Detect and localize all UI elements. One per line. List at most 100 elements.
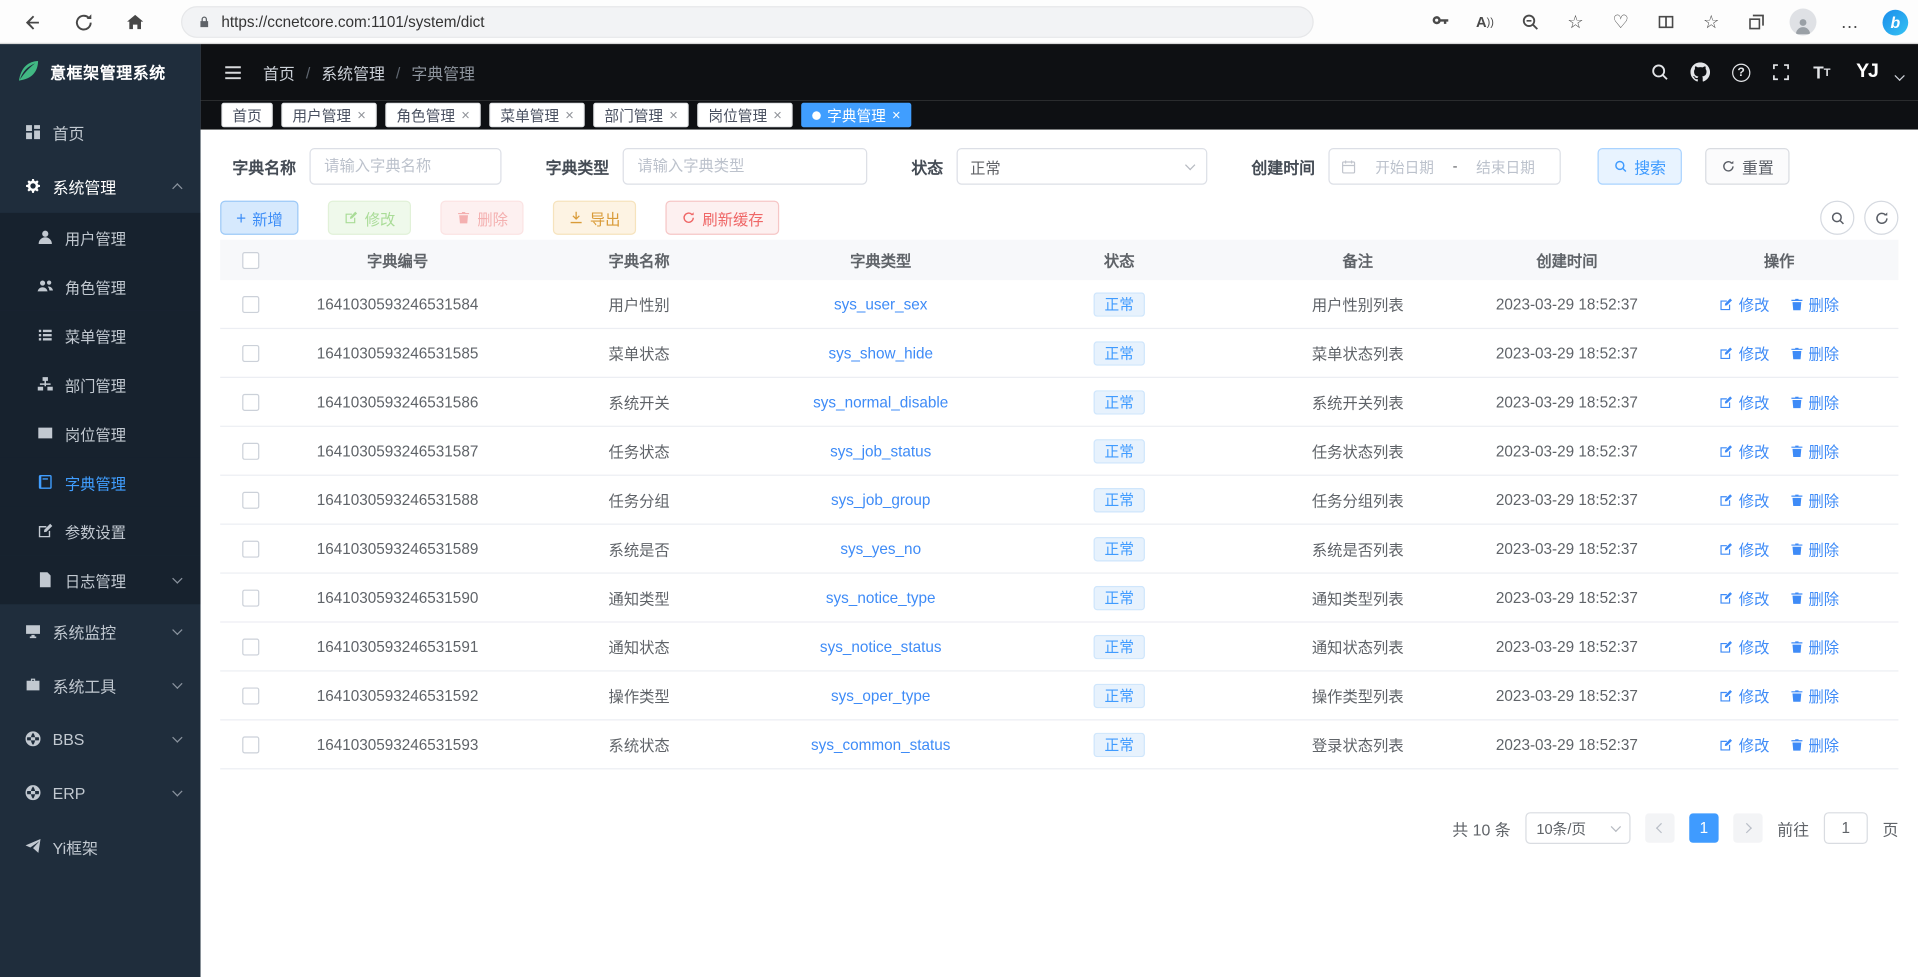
dict-type-link[interactable]: sys_normal_disable [813, 393, 948, 410]
delete-button[interactable]: 删除 [441, 201, 524, 235]
sidebar-item-dept[interactable]: 部门管理 [0, 360, 201, 409]
bing-icon[interactable]: b [1883, 9, 1909, 35]
delete-link[interactable]: 删除 [1789, 537, 1839, 560]
sidebar-item-tool[interactable]: 系统工具 [0, 658, 201, 712]
app-logo[interactable]: 意框架管理系统 [0, 44, 201, 98]
sidebar-item-erp[interactable]: ERP [0, 766, 201, 820]
edit-link[interactable]: 修改 [1719, 488, 1769, 511]
dict-type-link[interactable]: sys_job_group [831, 491, 930, 508]
user-avatar[interactable]: YJ [1856, 61, 1878, 83]
current-page-button[interactable]: 1 [1689, 813, 1718, 842]
sidebar-item-post[interactable]: 岗位管理 [0, 409, 201, 458]
dict-type-link[interactable]: sys_notice_status [820, 638, 942, 655]
row-checkbox[interactable] [242, 296, 259, 313]
tab-dict[interactable]: 字典管理× [801, 103, 911, 127]
close-icon[interactable]: × [461, 108, 470, 123]
date-range-picker[interactable]: 开始日期 - 结束日期 [1328, 148, 1560, 185]
tab-dept[interactable]: 部门管理× [593, 103, 688, 127]
sidebar-item-yi[interactable]: Yi框架 [0, 820, 201, 874]
edit-link[interactable]: 修改 [1719, 439, 1769, 462]
sidebar-item-dict[interactable]: 字典管理 [0, 457, 201, 506]
fullscreen-icon[interactable] [1771, 61, 1793, 83]
delete-link[interactable]: 删除 [1789, 390, 1839, 413]
search-button[interactable]: 搜索 [1598, 148, 1682, 185]
row-checkbox[interactable] [242, 687, 259, 704]
row-checkbox[interactable] [242, 492, 259, 509]
dict-type-input[interactable] [623, 148, 868, 185]
favorites-icon[interactable]: ☆ [1699, 10, 1723, 34]
header-search-icon[interactable] [1649, 61, 1671, 83]
split-screen-icon[interactable] [1654, 10, 1678, 34]
tab-user[interactable]: 用户管理× [281, 103, 376, 127]
close-icon[interactable]: × [669, 108, 678, 123]
tab-post[interactable]: 岗位管理× [697, 103, 792, 127]
zoom-out-icon[interactable] [1518, 10, 1542, 34]
sidebar-item-system[interactable]: 系统管理 [0, 159, 201, 213]
browser-home-button[interactable] [120, 7, 149, 36]
select-all-checkbox[interactable] [242, 252, 259, 269]
browser-profile-avatar[interactable] [1790, 9, 1817, 36]
dict-type-link[interactable]: sys_yes_no [840, 540, 921, 557]
tab-role[interactable]: 角色管理× [385, 103, 480, 127]
row-checkbox[interactable] [242, 540, 259, 557]
row-checkbox[interactable] [242, 736, 259, 753]
next-page-button[interactable] [1733, 813, 1762, 842]
chevron-down-icon[interactable] [1894, 71, 1904, 81]
read-aloud-icon[interactable]: A)) [1473, 10, 1497, 34]
sidebar-item-role[interactable]: 角色管理 [0, 262, 201, 311]
reset-button[interactable]: 重置 [1705, 148, 1789, 185]
sidebar-item-config[interactable]: 参数设置 [0, 506, 201, 555]
page-size-select[interactable]: 10条/页 [1525, 812, 1630, 844]
delete-link[interactable]: 删除 [1789, 292, 1839, 315]
delete-link[interactable]: 删除 [1789, 439, 1839, 462]
edit-link[interactable]: 修改 [1719, 537, 1769, 560]
edit-link[interactable]: 修改 [1719, 586, 1769, 609]
sidebar-item-user[interactable]: 用户管理 [0, 213, 201, 262]
breadcrumb-home[interactable]: 首页 [263, 61, 295, 84]
toggle-search-button[interactable] [1820, 201, 1854, 235]
close-icon[interactable]: × [773, 108, 782, 123]
row-checkbox[interactable] [242, 394, 259, 411]
add-button[interactable]: + 新增 [220, 201, 299, 235]
dict-type-link[interactable]: sys_common_status [811, 736, 950, 753]
sidebar-item-menu[interactable]: 菜单管理 [0, 311, 201, 360]
row-checkbox[interactable] [242, 345, 259, 362]
github-icon[interactable] [1690, 61, 1712, 83]
prev-page-button[interactable] [1645, 813, 1674, 842]
delete-link[interactable]: 删除 [1789, 733, 1839, 756]
dict-type-link[interactable]: sys_user_sex [834, 295, 927, 312]
collections-icon[interactable] [1744, 10, 1768, 34]
font-size-icon[interactable]: TT [1811, 61, 1833, 83]
refresh-table-button[interactable] [1864, 201, 1898, 235]
edit-link[interactable]: 修改 [1719, 390, 1769, 413]
row-checkbox[interactable] [242, 443, 259, 460]
more-menu-icon[interactable]: … [1837, 10, 1861, 34]
delete-link[interactable]: 删除 [1789, 341, 1839, 364]
sidebar-item-bbs[interactable]: BBS [0, 712, 201, 766]
browser-essentials-icon[interactable]: ♡ [1609, 10, 1633, 34]
tab-home[interactable]: 首页 [221, 103, 272, 127]
delete-link[interactable]: 删除 [1789, 635, 1839, 658]
goto-page-input[interactable] [1824, 812, 1868, 844]
export-button[interactable]: 导出 [553, 201, 636, 235]
help-icon[interactable]: ? [1730, 61, 1752, 83]
password-key-icon[interactable] [1427, 10, 1451, 34]
dict-type-link[interactable]: sys_notice_type [826, 589, 936, 606]
close-icon[interactable]: × [357, 108, 366, 123]
dict-type-link[interactable]: sys_show_hide [828, 344, 933, 361]
sidebar-item-log[interactable]: 日志管理 [0, 555, 201, 604]
favorite-add-icon[interactable]: ☆ [1563, 10, 1587, 34]
delete-link[interactable]: 删除 [1789, 684, 1839, 707]
tab-menu[interactable]: 菜单管理× [489, 103, 584, 127]
browser-refresh-button[interactable] [68, 7, 97, 36]
browser-back-button[interactable] [17, 7, 46, 36]
edit-link[interactable]: 修改 [1719, 292, 1769, 315]
sidebar-fold-icon[interactable] [223, 62, 244, 83]
dict-type-link[interactable]: sys_job_status [830, 442, 931, 459]
breadcrumb-system[interactable]: 系统管理 [321, 61, 385, 84]
row-checkbox[interactable] [242, 589, 259, 606]
sidebar-item-home[interactable]: 首页 [0, 105, 201, 159]
edit-button[interactable]: 修改 [328, 201, 411, 235]
close-icon[interactable]: × [565, 108, 574, 123]
edit-link[interactable]: 修改 [1719, 684, 1769, 707]
